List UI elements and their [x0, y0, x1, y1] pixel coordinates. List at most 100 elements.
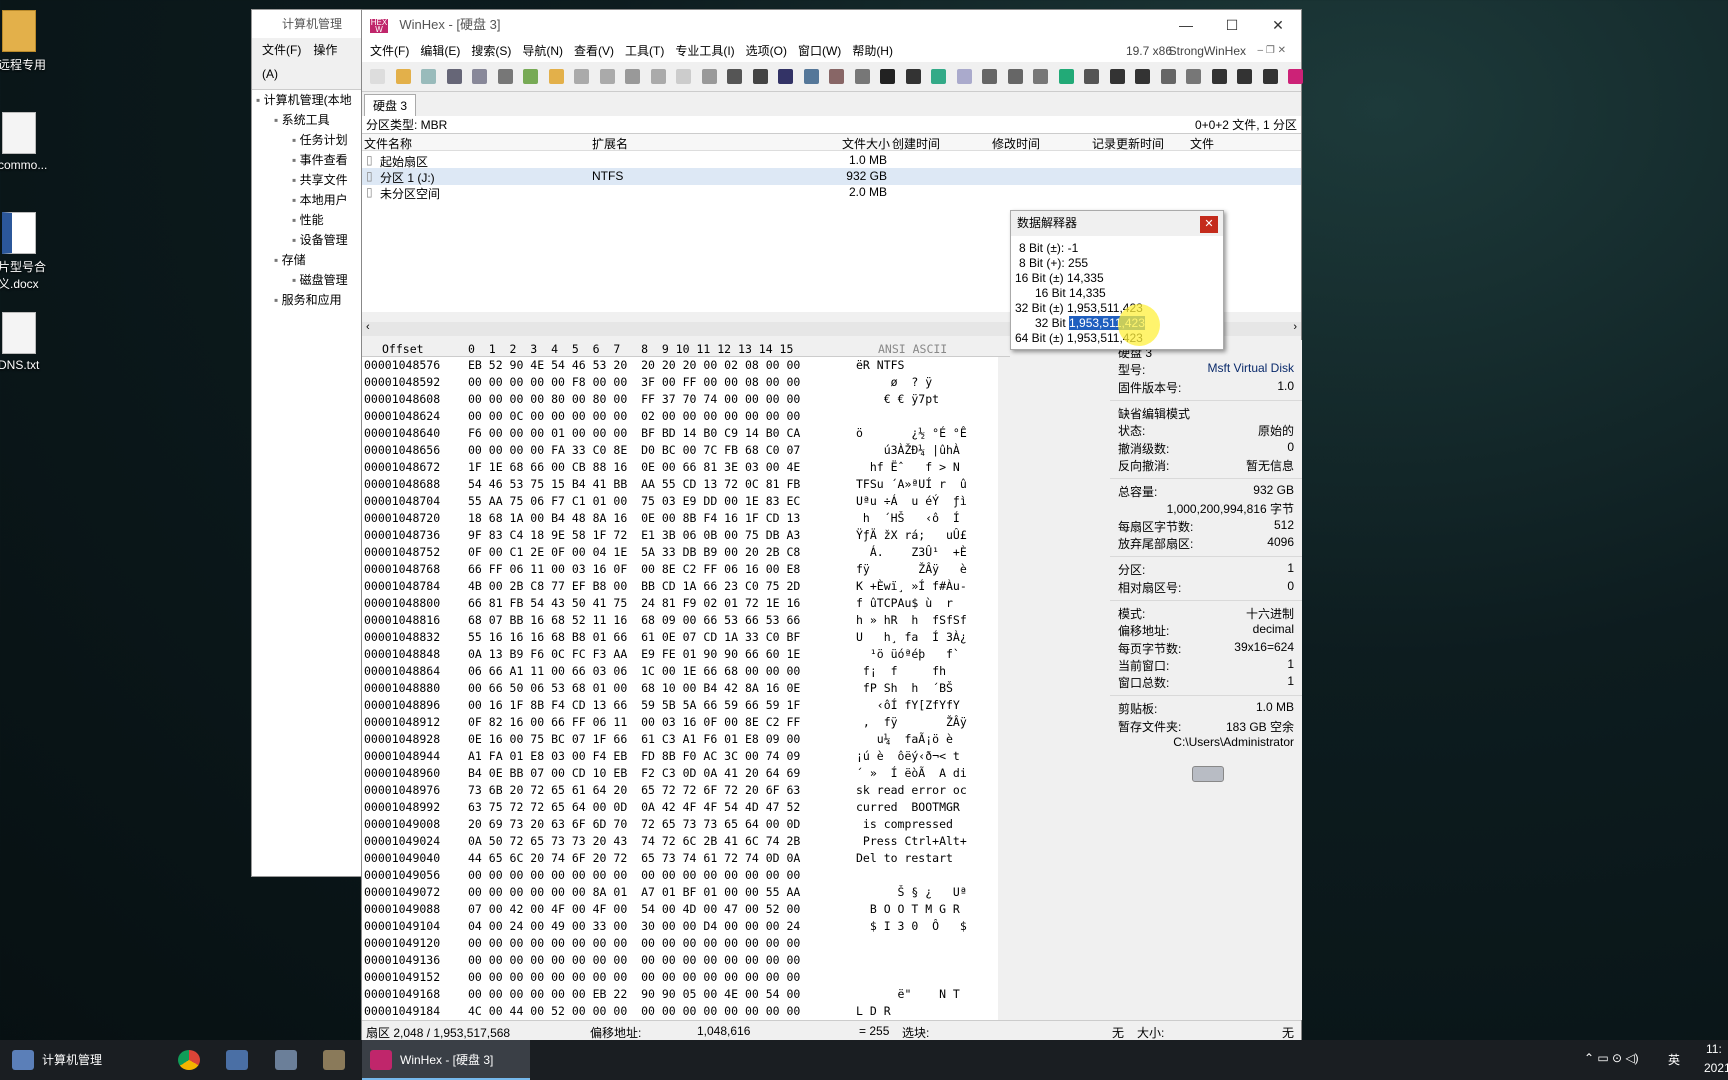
- column-header[interactable]: 创建时间: [892, 135, 940, 152]
- toolbar-button-icon[interactable]: [599, 69, 615, 84]
- taskbar-winhex[interactable]: WinHex - [硬盘 3]: [362, 1040, 530, 1080]
- toolbar-button-icon[interactable]: [880, 69, 895, 84]
- toolbar-button-icon[interactable]: [829, 69, 844, 84]
- interpreter-row[interactable]: 8 Bit (±): -1: [1019, 241, 1078, 256]
- toolbar-button-icon[interactable]: [446, 69, 462, 84]
- tray-icons[interactable]: ⌃ ▭ ⊙ ◁): [1584, 1051, 1639, 1065]
- toolbar-button-icon[interactable]: [931, 69, 946, 84]
- toolbar-button-icon[interactable]: [574, 69, 589, 84]
- menu-item[interactable]: 专业工具(I): [675, 44, 734, 58]
- clock-time[interactable]: 11:: [1706, 1042, 1722, 1056]
- tree-item[interactable]: ▪ 共享文件: [252, 170, 364, 190]
- tree-item[interactable]: ▪ 设备管理: [252, 230, 364, 250]
- toolbar-button-icon[interactable]: [1211, 69, 1227, 84]
- toolbar-button-icon[interactable]: [650, 69, 666, 84]
- file-row[interactable]: ▯ 起始扇区 1.0 MB: [362, 152, 1301, 169]
- vertical-scrollbar[interactable]: [998, 357, 1010, 1020]
- tree-item[interactable]: ▪ 性能: [252, 210, 364, 230]
- hex-bytes: 66 FF 06 11 00 03 16 0F 00 8E C2 FF 06 1…: [468, 562, 801, 576]
- ansi-text: ¹ö üóªéþ f`: [856, 647, 960, 661]
- menu-item[interactable]: 搜索(S): [471, 44, 511, 58]
- tree-item[interactable]: ▪ 本地用户: [252, 190, 364, 210]
- chrome-icon[interactable]: [178, 1050, 200, 1070]
- column-header[interactable]: 文件: [1190, 135, 1214, 152]
- menu-item[interactable]: 窗口(W): [798, 44, 841, 58]
- toolbar-button-icon[interactable]: [1084, 69, 1099, 84]
- toolbar-button-icon[interactable]: [752, 69, 768, 84]
- toolbar-button-icon[interactable]: [1262, 69, 1278, 84]
- toolbar-button-icon[interactable]: [1109, 69, 1125, 84]
- desktop-icon[interactable]: DNS.txt: [0, 312, 60, 372]
- file-row[interactable]: ▯ 分区 1 (J:) NTFS 932 GB: [362, 168, 1301, 185]
- tab-disk-3[interactable]: 硬盘 3: [364, 94, 417, 116]
- interpreter-row[interactable]: 16 Bit 14,335: [1035, 286, 1106, 301]
- tree-item[interactable]: ▪ 任务计划: [252, 130, 364, 150]
- interpreter-row[interactable]: 16 Bit (±) 14,335: [1015, 271, 1104, 286]
- toolbar-button-icon[interactable]: [676, 69, 691, 84]
- winhex-window[interactable]: HEX W WinHex - [硬盘 3] — ☐ ✕ 文件(F) 编辑(E) 搜索(…: [361, 9, 1303, 1041]
- toolbar-button-icon[interactable]: [1237, 69, 1252, 84]
- column-header[interactable]: 扩展名: [592, 135, 628, 152]
- server-manager-icon[interactable]: [226, 1050, 248, 1070]
- close-button[interactable]: ✕: [1255, 10, 1301, 40]
- column-header[interactable]: 记录更新时间: [1092, 135, 1164, 152]
- toolbar-button-icon[interactable]: [395, 69, 411, 84]
- tree-item[interactable]: ▪ 事件查看: [252, 150, 364, 170]
- tree-item[interactable]: ▪ 系统工具: [252, 110, 364, 130]
- toolbar-button-icon[interactable]: [523, 69, 538, 84]
- menu-item[interactable]: 工具(T): [625, 44, 664, 58]
- toolbar-button-icon[interactable]: [956, 69, 972, 84]
- toolbar-button-icon[interactable]: [1135, 69, 1150, 84]
- toolbar-button-icon[interactable]: [701, 69, 717, 84]
- toolbar-button-icon[interactable]: [421, 69, 436, 84]
- computer-management-window[interactable]: 计算机管理 文件(F) 操作(A) ▪ 计算机管理(本地 ▪ 系统工具 ▪ 任务计划 ▪…: [251, 9, 365, 877]
- menu-item[interactable]: 编辑(E): [420, 44, 460, 58]
- toolbar-button-icon[interactable]: [1033, 69, 1048, 84]
- menu-item[interactable]: 帮助(H): [852, 44, 893, 58]
- toolbar-button-icon[interactable]: [472, 69, 487, 84]
- menu-item[interactable]: 查看(V): [574, 44, 614, 58]
- input-language[interactable]: 英: [1668, 1051, 1680, 1068]
- taskbar-computer-management[interactable]: 计算机管理: [0, 1040, 170, 1080]
- close-icon[interactable]: ✕: [1200, 216, 1218, 233]
- menu-item[interactable]: 文件(F): [262, 43, 301, 57]
- toolbar-button-icon[interactable]: [803, 69, 819, 84]
- calculator-icon[interactable]: [275, 1050, 297, 1070]
- column-header[interactable]: 文件大小: [842, 135, 890, 152]
- column-header[interactable]: 文件名称: [364, 135, 412, 152]
- tree-item-label: 事件查看: [299, 153, 348, 167]
- toolbar-button-icon[interactable]: [548, 69, 564, 84]
- toolbar-button-icon[interactable]: [727, 69, 742, 84]
- toolbar-button-icon[interactable]: [1186, 69, 1201, 84]
- minimize-button[interactable]: —: [1163, 10, 1209, 40]
- toolbar-button-icon[interactable]: [854, 69, 870, 84]
- tree-item[interactable]: ▪ 存储: [252, 250, 364, 270]
- mdi-controls[interactable]: – ❐ ✕: [1258, 40, 1286, 62]
- toolbar-button-icon[interactable]: [778, 69, 793, 84]
- tree-item[interactable]: ▪ 服务和应用: [252, 290, 364, 310]
- menu-item[interactable]: 文件(F): [370, 44, 409, 58]
- toolbar-button-icon[interactable]: [1160, 69, 1176, 84]
- toolbar-button-icon[interactable]: [1007, 69, 1023, 84]
- column-header[interactable]: 修改时间: [992, 135, 1040, 152]
- toolbar-button-icon[interactable]: [625, 69, 640, 84]
- toolbar-button-icon[interactable]: [982, 69, 997, 84]
- data-interpreter-dialog[interactable]: 数据解释器 ✕ 8 Bit (±): -1 8 Bit (+): 255 16 Bi…: [1010, 210, 1224, 350]
- file-row[interactable]: ▯ 未分区空间 2.0 MB: [362, 184, 1301, 201]
- desktop-icon[interactable]: 片型号合 义.docx: [0, 212, 60, 292]
- menu-item[interactable]: 选项(O): [746, 44, 787, 58]
- desktop-icon[interactable]: commo...: [0, 112, 60, 172]
- menu-item[interactable]: 导航(N): [522, 44, 563, 58]
- toolbar-button-icon[interactable]: [1058, 69, 1074, 84]
- tools-icon[interactable]: [323, 1050, 345, 1070]
- interpreter-row[interactable]: 8 Bit (+): 255: [1019, 256, 1088, 271]
- toolbar-button-icon[interactable]: [905, 69, 921, 84]
- toolbar-button-icon[interactable]: [497, 69, 513, 84]
- toolbar-button-icon[interactable]: [1288, 69, 1303, 84]
- maximize-button[interactable]: ☐: [1209, 10, 1255, 40]
- desktop-icon[interactable]: 远程专用: [0, 10, 60, 73]
- hex-editor[interactable]: Offset 0 1 2 3 4 5 6 7 8 9 10 11 12 13 1…: [362, 340, 1010, 1020]
- tree-item[interactable]: ▪ 计算机管理(本地: [252, 90, 364, 110]
- tree-item[interactable]: ▪ 磁盘管理: [252, 270, 364, 290]
- toolbar-button-icon[interactable]: [370, 69, 385, 84]
